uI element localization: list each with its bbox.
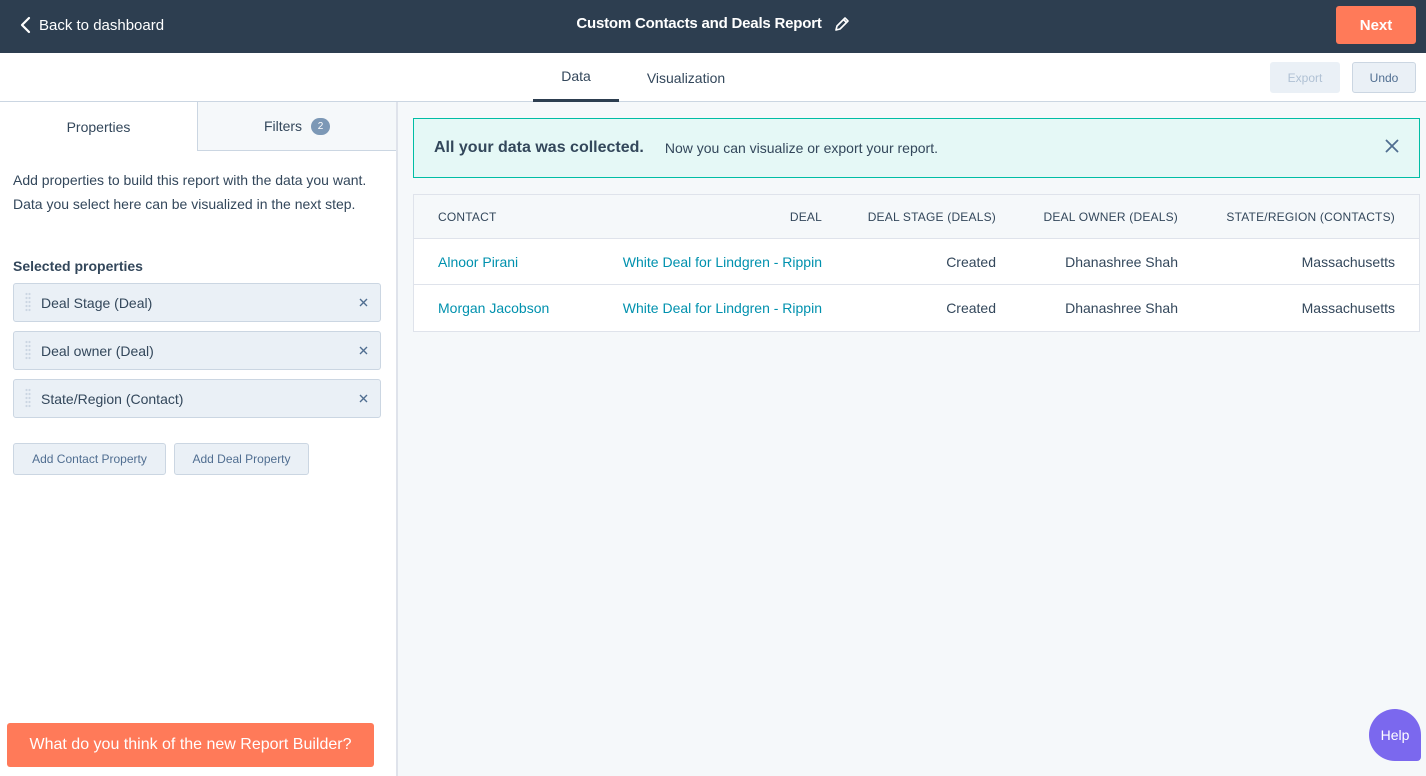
drag-handle-icon[interactable] [14, 380, 41, 417]
help-button[interactable]: Help [1369, 709, 1421, 761]
remove-property-icon[interactable] [346, 332, 380, 369]
selected-property-item[interactable]: Deal owner (Deal) [13, 331, 381, 370]
state-region-cell: Massachusetts [1301, 254, 1395, 270]
alert-message: Now you can visualize or export your rep… [664, 140, 938, 156]
table-row: Morgan Jacobson White Deal for Lindgren … [414, 285, 1419, 331]
table-row: Alnoor Pirani White Deal for Lindgren - … [414, 239, 1419, 285]
contact-link[interactable]: Alnoor Pirani [438, 239, 518, 285]
selected-properties-heading: Selected properties [13, 258, 143, 274]
success-alert: All your data was collected. Now you can… [413, 118, 1420, 178]
properties-panel: Properties Filters 2 Add properties to b… [0, 102, 398, 776]
remove-property-icon[interactable] [346, 284, 380, 321]
drag-handle-icon[interactable] [14, 332, 41, 369]
tab-visualization[interactable]: Visualization [633, 53, 739, 102]
properties-description: Add properties to build this report with… [13, 172, 367, 212]
report-title-area: Custom Contacts and Deals Report [0, 15, 1426, 32]
deal-link[interactable]: White Deal for Lindgren - Rippin [623, 285, 822, 331]
deal-link[interactable]: White Deal for Lindgren - Rippin [623, 239, 822, 285]
property-label: State/Region (Contact) [41, 390, 184, 407]
column-header-deal-owner[interactable]: DEAL OWNER (DEALS) [1043, 195, 1178, 239]
table-header: CONTACT DEAL DEAL STAGE (DEALS) DEAL OWN… [414, 195, 1419, 239]
panel-tabs: Properties Filters 2 [0, 102, 396, 151]
tab-properties[interactable]: Properties [0, 102, 197, 151]
deal-stage-cell: Created [946, 254, 996, 270]
contact-link[interactable]: Morgan Jacobson [438, 285, 549, 331]
add-deal-property-button[interactable]: Add Deal Property [174, 443, 309, 475]
deal-stage-cell: Created [946, 300, 996, 316]
filters-count-badge: 2 [311, 117, 331, 135]
column-header-contact[interactable]: CONTACT [438, 195, 497, 239]
drag-handle-icon[interactable] [14, 284, 41, 321]
remove-property-icon[interactable] [346, 380, 380, 417]
tab-properties-label: Properties [66, 118, 131, 135]
selected-property-item[interactable]: State/Region (Contact) [13, 379, 381, 418]
undo-button[interactable]: Undo [1352, 62, 1416, 93]
add-contact-property-button[interactable]: Add Contact Property [13, 443, 166, 475]
next-button[interactable]: Next [1336, 6, 1416, 44]
deal-owner-cell: Dhanashree Shah [1065, 300, 1178, 316]
tab-filters[interactable]: Filters 2 [197, 102, 396, 151]
selected-property-item[interactable]: Deal Stage (Deal) [13, 283, 381, 322]
column-header-deal[interactable]: DEAL [790, 195, 822, 239]
pencil-icon[interactable] [834, 16, 850, 32]
export-button[interactable]: Export [1270, 62, 1340, 93]
close-icon[interactable] [1385, 139, 1399, 158]
report-title: Custom Contacts and Deals Report [576, 15, 822, 32]
column-header-state-region[interactable]: STATE/REGION (CONTACTS) [1226, 195, 1395, 239]
state-region-cell: Massachusetts [1301, 300, 1395, 316]
deal-owner-cell: Dhanashree Shah [1065, 254, 1178, 270]
report-data-table: CONTACT DEAL DEAL STAGE (DEALS) DEAL OWN… [413, 194, 1420, 332]
property-label: Deal owner (Deal) [41, 342, 154, 359]
view-tabs-bar: Data Visualization Export Undo [0, 53, 1426, 102]
property-label: Deal Stage (Deal) [41, 294, 153, 311]
top-bar: Back to dashboard Custom Contacts and De… [0, 0, 1426, 53]
column-header-deal-stage[interactable]: DEAL STAGE (DEALS) [868, 195, 996, 239]
tab-data[interactable]: Data [533, 53, 619, 102]
alert-title: All your data was collected. [434, 139, 644, 156]
feedback-button[interactable]: What do you think of the new Report Buil… [7, 723, 374, 767]
tab-filters-label: Filters [263, 118, 303, 134]
